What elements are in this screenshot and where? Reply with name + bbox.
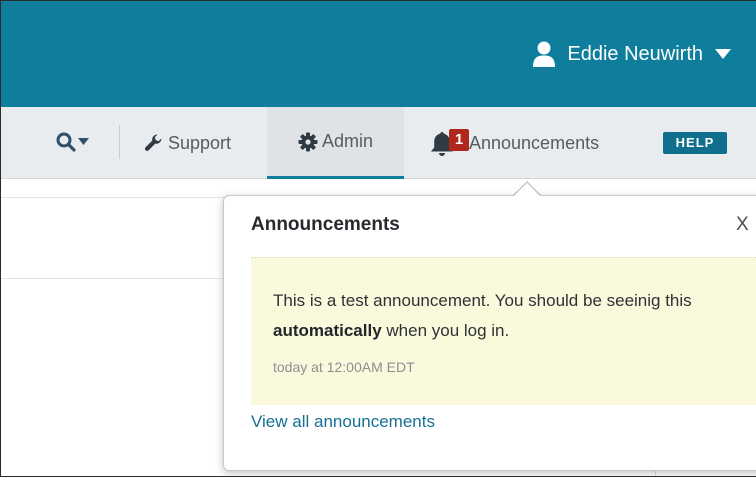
announcement-text: This is a test announcement. You should … [273, 286, 743, 346]
help-button[interactable]: HELP [663, 132, 727, 154]
announcement-text-bold: automatically [273, 321, 382, 340]
nav-divider [119, 125, 120, 159]
announcements-popover: Announcements X This is a test announcem… [223, 195, 756, 471]
announcement-timestamp: today at 12:00AM EDT [273, 359, 415, 375]
view-all-announcements-link[interactable]: View all announcements [251, 412, 435, 432]
nav-announcements[interactable]: 1 Announcements [429, 107, 599, 179]
popover-title: Announcements [251, 214, 400, 235]
search-button[interactable] [56, 132, 89, 152]
person-icon [533, 41, 556, 67]
top-bar: Eddie Neuwirth [1, 1, 756, 107]
bell-with-badge: 1 [429, 129, 469, 157]
announcement-text-end: when you log in. [381, 321, 510, 340]
nav-support-label: Support [168, 132, 232, 153]
nav-admin[interactable]: Admin [267, 107, 404, 179]
chevron-down-icon [78, 138, 89, 145]
wrench-icon [144, 134, 162, 151]
announcement-top-border [251, 257, 756, 258]
nav-admin-label: Admin [321, 131, 374, 151]
nav-support[interactable]: Support [144, 107, 231, 179]
popover-arrow-fill [514, 183, 540, 196]
nav-announcements-label: Announcements [469, 132, 600, 153]
caret-down-icon[interactable] [715, 49, 731, 59]
gear-icon [298, 132, 318, 151]
search-icon [56, 132, 76, 152]
user-name: Eddie Neuwirth [567, 42, 703, 65]
nav-bar: Support Admin 1 Announcements [1, 107, 756, 179]
announcement-item: This is a test announcement. You should … [251, 258, 756, 405]
notification-badge: 1 [449, 129, 469, 151]
user-menu[interactable]: Eddie Neuwirth [533, 39, 731, 69]
announcement-text-start: This is a test announcement. You should … [273, 291, 692, 310]
close-button[interactable]: X [736, 214, 749, 236]
app-window: Eddie Neuwirth Support Admin 1 Announcem… [0, 0, 756, 477]
